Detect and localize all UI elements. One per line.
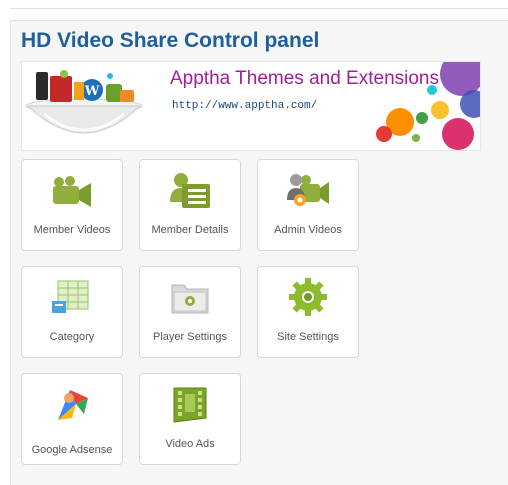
- site-settings-button[interactable]: Site Settings: [257, 266, 359, 358]
- tile-label: Member Videos: [33, 224, 111, 236]
- category-button[interactable]: Category: [21, 266, 123, 358]
- tile-label: Player Settings: [153, 331, 227, 343]
- svg-text:W: W: [84, 84, 100, 99]
- banner-title: Apptha Themes and Extensions: [170, 68, 439, 89]
- page-title: HD Video Share Control panel: [21, 29, 320, 52]
- member-videos-button[interactable]: Member Videos: [21, 159, 123, 251]
- google-adsense-button[interactable]: Google Adsense: [21, 373, 123, 465]
- tile-label: Admin Videos: [274, 224, 342, 236]
- tile-label: Site Settings: [277, 331, 339, 343]
- video-ads-button[interactable]: Video Ads: [139, 373, 241, 465]
- google-adsense-icon: [58, 390, 88, 420]
- tile-label: Member Details: [151, 224, 229, 236]
- site-settings-icon: [289, 278, 327, 316]
- member-videos-icon: [53, 176, 91, 207]
- admin-videos-icon: [287, 174, 329, 206]
- tile-label: Category: [49, 331, 95, 343]
- tile-label: Google Adsense: [31, 444, 113, 456]
- admin-videos-button[interactable]: Admin Videos: [257, 159, 359, 251]
- member-details-button[interactable]: Member Details: [139, 159, 241, 251]
- control-panel: HD Video Share Control panel W Apptha Th…: [10, 20, 508, 485]
- player-settings-icon: [171, 284, 209, 314]
- player-settings-button[interactable]: Player Settings: [139, 266, 241, 358]
- banner-url[interactable]: http://www.apptha.com/: [172, 100, 317, 112]
- top-divider: [10, 8, 508, 9]
- member-details-icon: [170, 173, 210, 208]
- video-ads-icon: [173, 387, 207, 423]
- tile-label: Video Ads: [165, 438, 215, 450]
- apptha-banner[interactable]: W Apptha Themes and Extensions http://ww…: [21, 61, 481, 151]
- category-icon: [52, 280, 89, 313]
